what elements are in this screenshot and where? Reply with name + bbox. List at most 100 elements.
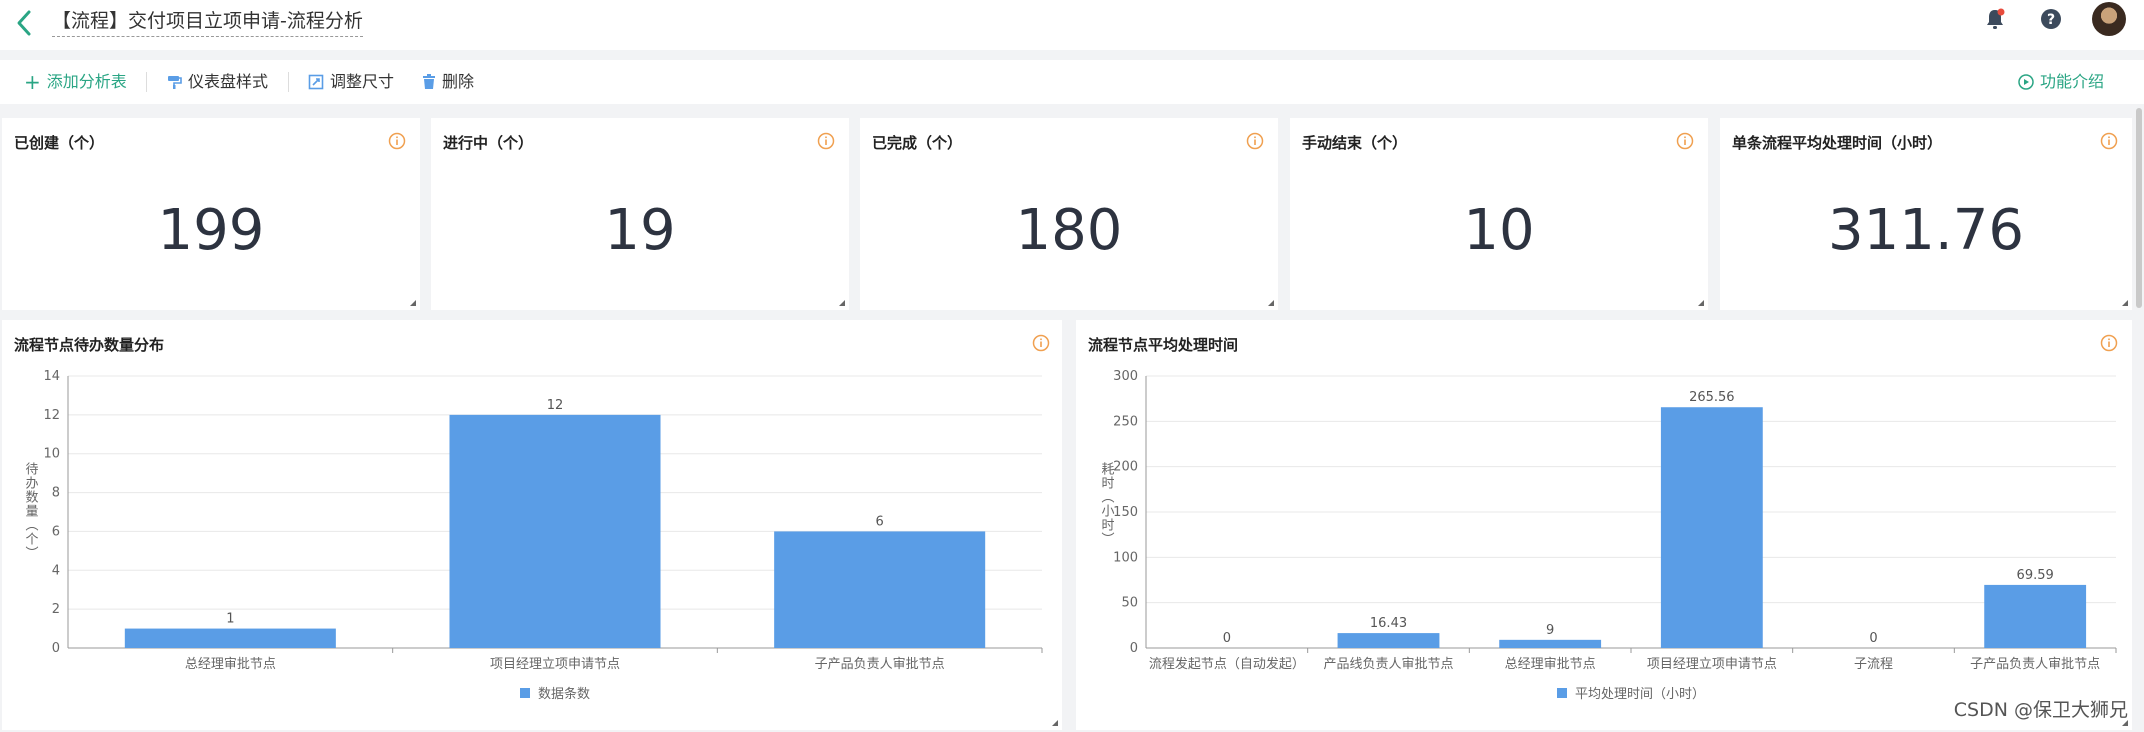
x-tick-label: 子产品负责人审批节点 [815, 657, 945, 672]
bar [1499, 639, 1602, 648]
play-circle-icon [2018, 74, 2034, 90]
kpi-title: 进行中（个） [443, 134, 534, 152]
y-tick-label: 2 [52, 602, 60, 617]
bar [1984, 584, 2087, 648]
data-label: 0 [1869, 631, 1877, 646]
toolbar: + 添加分析表 仪表盘样式 调整尺寸 删除 功能介绍 [0, 60, 2144, 104]
kpi-card-completed[interactable]: 已完成（个） 180 [860, 118, 1278, 310]
x-tick-label: 项目经理立项申请节点 [1647, 657, 1777, 672]
info-icon[interactable] [1246, 132, 1264, 150]
data-label: 69.59 [2017, 568, 2054, 583]
kpi-card-manually-ended[interactable]: 手动结束（个） 10 [1290, 118, 1708, 310]
kpi-value: 19 [604, 198, 676, 263]
kpi-value: 180 [1015, 198, 1123, 263]
bell-icon[interactable] [1982, 6, 2008, 32]
kpi-card-avg-time[interactable]: 单条流程平均处理时间（小时） 311.76 [1720, 118, 2132, 310]
resize-handle[interactable] [2122, 300, 2128, 306]
toolbar-divider [288, 72, 289, 92]
legend-label: 平均处理时间（小时） [1575, 687, 1705, 702]
data-label: 12 [547, 398, 564, 413]
paint-roller-icon [168, 76, 182, 89]
resize-handle[interactable] [839, 300, 845, 306]
info-icon[interactable] [388, 132, 406, 150]
x-tick-label: 子产品负责人审批节点 [1970, 657, 2100, 672]
top-bar: 【流程】交付项目立项申请-流程分析 ? [0, 0, 2144, 50]
chart-card-avg-processing-time[interactable]: 流程节点平均处理时间 0 50 100 150 200 250 300 耗时（小时） 0 流程发起… [1076, 320, 2132, 730]
data-label: 0 [1223, 631, 1231, 646]
chart-card-pending-distribution[interactable]: 流程节点待办数量分布 0 2 4 6 8 10 12 14 待办数量（个） 1 总经理审批节点 12 项… [2, 320, 1062, 730]
info-icon[interactable] [1676, 132, 1694, 150]
x-tick-label: 产品线负责人审批节点 [1323, 657, 1453, 672]
dashboard-style-label: 仪表盘样式 [188, 72, 269, 91]
kpi-title: 手动结束（个） [1302, 134, 1408, 152]
kpi-title: 已创建（个） [14, 134, 105, 152]
resize-handle[interactable] [1268, 300, 1274, 306]
y-tick-label: 50 [1121, 596, 1138, 611]
bar [124, 628, 336, 648]
y-axis-label: 待办数量（个） [23, 462, 39, 560]
add-analysis-button[interactable]: + 添加分析表 [24, 70, 127, 94]
bar-chart-pending: 0 2 4 6 8 10 12 14 待办数量（个） 1 总经理审批节点 12 项目经理立项申请节点 6 子… [23, 369, 1043, 702]
resize-handle[interactable] [410, 300, 416, 306]
y-tick-label: 10 [43, 447, 60, 462]
y-tick-label: 0 [1130, 641, 1138, 656]
delete-label: 删除 [442, 72, 475, 91]
resize-handle[interactable] [1052, 720, 1058, 726]
kpi-card-in-progress[interactable]: 进行中（个） 19 [431, 118, 849, 310]
dashboard-style-button[interactable]: 仪表盘样式 [166, 70, 268, 94]
feature-intro-label: 功能介绍 [2040, 72, 2105, 91]
avatar[interactable] [2092, 2, 2126, 36]
y-tick-label: 6 [52, 524, 60, 539]
kpi-value: 10 [1463, 198, 1535, 263]
back-icon[interactable] [10, 8, 40, 38]
x-tick-label: 总经理审批节点 [1505, 657, 1596, 672]
y-tick-label: 100 [1113, 550, 1138, 565]
bar [449, 414, 661, 648]
kpi-card-created[interactable]: 已创建（个） 199 [2, 118, 420, 310]
bar-chart-avg-time: 0 50 100 150 200 250 300 耗时（小时） 0 流程发起节点（自动发起） 16.… [1099, 369, 2117, 702]
help-icon[interactable]: ? [2038, 6, 2064, 32]
y-tick-label: 300 [1113, 369, 1138, 384]
feature-intro-button[interactable]: 功能介绍 [2018, 70, 2104, 94]
x-tick-label: 总经理审批节点 [185, 657, 276, 672]
y-tick-label: 0 [52, 641, 60, 656]
delete-button[interactable]: 删除 [422, 70, 474, 94]
info-icon[interactable] [817, 132, 835, 150]
svg-text:?: ? [2047, 12, 2055, 28]
kpi-title: 单条流程平均处理时间（小时） [1732, 134, 1943, 152]
y-tick-label: 4 [52, 563, 60, 578]
data-label: 1 [226, 612, 234, 627]
kpi-value: 199 [157, 198, 265, 263]
y-axis-label: 耗时（小时） [1099, 462, 1115, 546]
legend-swatch [520, 688, 530, 698]
data-label: 265.56 [1689, 390, 1735, 405]
y-tick-label: 8 [52, 486, 60, 501]
y-tick-label: 150 [1113, 505, 1138, 520]
info-icon[interactable] [2100, 132, 2118, 150]
bar [774, 531, 986, 648]
trash-icon [423, 74, 435, 89]
y-tick-label: 250 [1113, 414, 1138, 429]
data-label: 9 [1546, 623, 1554, 638]
resize-icon [308, 74, 324, 90]
bar [1660, 407, 1763, 648]
resize-handle[interactable] [1698, 300, 1704, 306]
page-title[interactable]: 【流程】交付项目立项申请-流程分析 [52, 8, 363, 37]
x-tick-label: 流程发起节点（自动发起） [1149, 656, 1305, 672]
kpi-title: 已完成（个） [872, 134, 963, 152]
resize-button[interactable]: 调整尺寸 [308, 70, 394, 94]
kpi-value: 311.76 [1828, 198, 2024, 263]
legend-swatch [1557, 688, 1567, 698]
x-tick-label: 子流程 [1854, 657, 1893, 672]
bar [1337, 633, 1440, 648]
y-tick-label: 14 [43, 369, 60, 384]
add-analysis-label: 添加分析表 [46, 72, 127, 91]
plus-icon: + [24, 70, 41, 94]
data-label: 6 [876, 514, 884, 529]
x-tick-label: 项目经理立项申请节点 [490, 657, 620, 672]
toolbar-divider [146, 72, 147, 92]
scrollbar[interactable] [2136, 108, 2142, 308]
y-tick-label: 200 [1113, 460, 1138, 475]
resize-label: 调整尺寸 [330, 72, 395, 91]
y-tick-label: 12 [43, 408, 60, 423]
